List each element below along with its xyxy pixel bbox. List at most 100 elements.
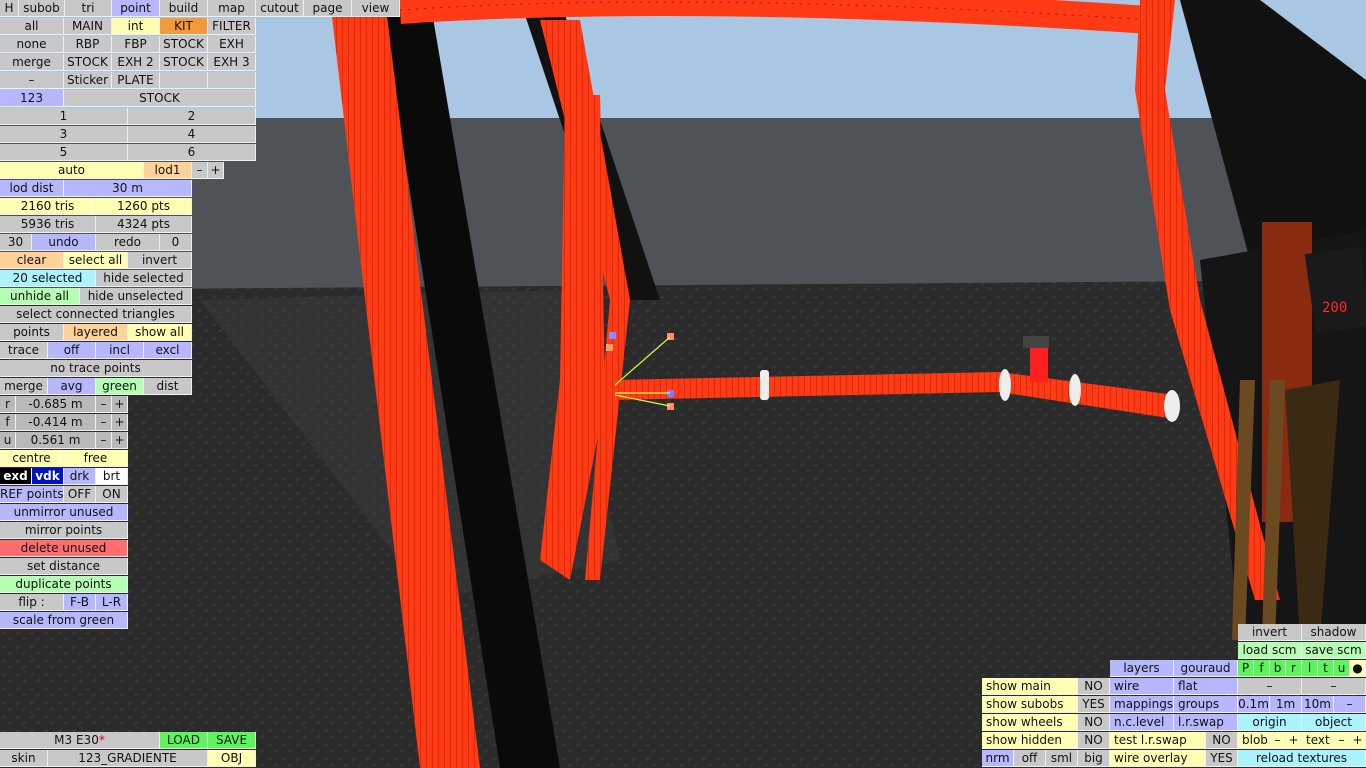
merge-dist-button[interactable]: dist	[144, 378, 192, 395]
flag-l[interactable]: l	[1302, 660, 1318, 677]
coord-u-minus[interactable]: –	[96, 432, 112, 449]
load-scm-button[interactable]: load scm	[1238, 642, 1302, 659]
save-scm-button[interactable]: save scm	[1302, 642, 1366, 659]
free-button[interactable]: free	[64, 450, 128, 467]
shadow-button[interactable]: shadow	[1302, 624, 1366, 641]
skin-name[interactable]: 123_GRADIENTE	[48, 750, 208, 767]
flag-b[interactable]: b	[1270, 660, 1286, 677]
group-main[interactable]: MAIN	[64, 18, 112, 35]
hide-unselected-button[interactable]: hide unselected	[80, 288, 192, 305]
vdk-button[interactable]: vdk	[32, 468, 64, 485]
group-int[interactable]: int	[112, 18, 160, 35]
blob-plus-button[interactable]: +	[1286, 732, 1302, 749]
dist-1m-button[interactable]: 1m	[1270, 696, 1302, 713]
scale-from-green-button[interactable]: scale from green	[0, 612, 128, 629]
dash-button-2[interactable]: –	[1302, 678, 1366, 695]
flag-r[interactable]: r	[1286, 660, 1302, 677]
trace-incl-button[interactable]: incl	[96, 342, 144, 359]
group-exh[interactable]: EXH	[208, 36, 256, 53]
select-connected-button[interactable]: select connected triangles	[0, 306, 192, 323]
flag-f[interactable]: f	[1254, 660, 1270, 677]
dist-01m-button[interactable]: 0.1m	[1238, 696, 1270, 713]
group-stock-3[interactable]: STOCK	[160, 54, 208, 71]
flag-dot[interactable]: ●	[1350, 660, 1366, 677]
save-button[interactable]: SAVE	[208, 732, 256, 749]
show-subobs-toggle[interactable]: YES	[1078, 696, 1110, 713]
group-filter[interactable]: FILTER	[208, 18, 256, 35]
nc-level-button[interactable]: n.c.level	[1110, 714, 1174, 731]
slot-3[interactable]: 3	[0, 126, 128, 143]
test-lr-swap-toggle[interactable]: NO	[1206, 732, 1238, 749]
unhide-all-button[interactable]: unhide all	[0, 288, 80, 305]
coord-u-value[interactable]: 0.561 m	[16, 432, 96, 449]
trace-off-button[interactable]: off	[48, 342, 96, 359]
text-minus-button[interactable]: –	[1334, 732, 1350, 749]
group-all[interactable]: all	[0, 18, 64, 35]
slot-2[interactable]: 2	[128, 108, 256, 125]
invert-button[interactable]: invert	[1238, 624, 1302, 641]
clear-selection-button[interactable]: clear	[0, 252, 64, 269]
coord-u-plus[interactable]: +	[112, 432, 128, 449]
hide-selected-button[interactable]: hide selected	[96, 270, 192, 287]
coord-r-value[interactable]: -0.685 m	[16, 396, 96, 413]
group-empty-1[interactable]	[160, 72, 208, 89]
group-stock-2[interactable]: STOCK	[64, 54, 112, 71]
flag-u[interactable]: u	[1334, 660, 1350, 677]
ref-off-button[interactable]: OFF	[64, 486, 96, 503]
object-button[interactable]: object	[1302, 714, 1366, 731]
origin-button[interactable]: origin	[1238, 714, 1302, 731]
brt-button[interactable]: brt	[96, 468, 128, 485]
groups-button[interactable]: groups	[1174, 696, 1238, 713]
unmirror-unused-button[interactable]: unmirror unused	[0, 504, 128, 521]
lod-auto-button[interactable]: auto	[0, 162, 144, 179]
coord-f-value[interactable]: -0.414 m	[16, 414, 96, 431]
layered-mode-button[interactable]: layered	[64, 324, 128, 341]
group-exh-3[interactable]: EXH 3	[208, 54, 256, 71]
menu-point[interactable]: point	[112, 0, 160, 17]
group-empty-2[interactable]	[208, 72, 256, 89]
merge-avg-button[interactable]: avg	[48, 378, 96, 395]
group-exh-2[interactable]: EXH 2	[112, 54, 160, 71]
lod-minus-button[interactable]: –	[192, 162, 208, 179]
coord-f-minus[interactable]: –	[96, 414, 112, 431]
dash-button-1[interactable]: –	[1238, 678, 1302, 695]
group-sticker[interactable]: Sticker	[64, 72, 112, 89]
centre-button[interactable]: centre	[0, 450, 64, 467]
group-stock[interactable]: STOCK	[160, 36, 208, 53]
menu-map[interactable]: map	[208, 0, 256, 17]
slot-1[interactable]: 1	[0, 108, 128, 125]
flag-t[interactable]: t	[1318, 660, 1334, 677]
exd-button[interactable]: exd	[0, 468, 32, 485]
ref-on-button[interactable]: ON	[96, 486, 128, 503]
flat-button[interactable]: flat	[1174, 678, 1238, 695]
blob-minus-button[interactable]: –	[1270, 732, 1286, 749]
lod-dist-label[interactable]: lod dist	[0, 180, 64, 197]
group-none[interactable]: none	[0, 36, 64, 53]
normal-size-button[interactable]: nrm	[982, 750, 1014, 767]
group-rbp[interactable]: RBP	[64, 36, 112, 53]
menu-page[interactable]: page	[304, 0, 352, 17]
group-merge[interactable]: merge	[0, 54, 64, 71]
lod-level[interactable]: lod1	[144, 162, 192, 179]
menu-subob[interactable]: subob	[19, 0, 65, 17]
show-all-button[interactable]: show all	[128, 324, 192, 341]
mirror-points-button[interactable]: mirror points	[0, 522, 128, 539]
wire-button[interactable]: wire	[1110, 678, 1174, 695]
reload-textures-button[interactable]: reload textures	[1238, 750, 1366, 767]
show-main-toggle[interactable]: NO	[1078, 678, 1110, 695]
redo-button[interactable]: redo	[96, 234, 160, 251]
set-distance-button[interactable]: set distance	[0, 558, 128, 575]
slot-id[interactable]: 123	[0, 90, 64, 107]
slot-5[interactable]: 5	[0, 144, 128, 161]
big-size-button[interactable]: big	[1078, 750, 1110, 767]
group-fbp[interactable]: FBP	[112, 36, 160, 53]
text-plus-button[interactable]: +	[1350, 732, 1366, 749]
slot-name[interactable]: STOCK	[64, 90, 256, 107]
slot-4[interactable]: 4	[128, 126, 256, 143]
slot-6[interactable]: 6	[128, 144, 256, 161]
small-size-button[interactable]: sml	[1046, 750, 1078, 767]
lr-swap-button[interactable]: l.r.swap	[1174, 714, 1238, 731]
drk-button[interactable]: drk	[64, 468, 96, 485]
undo-button[interactable]: undo	[32, 234, 96, 251]
dist-10m-button[interactable]: 10m	[1302, 696, 1334, 713]
